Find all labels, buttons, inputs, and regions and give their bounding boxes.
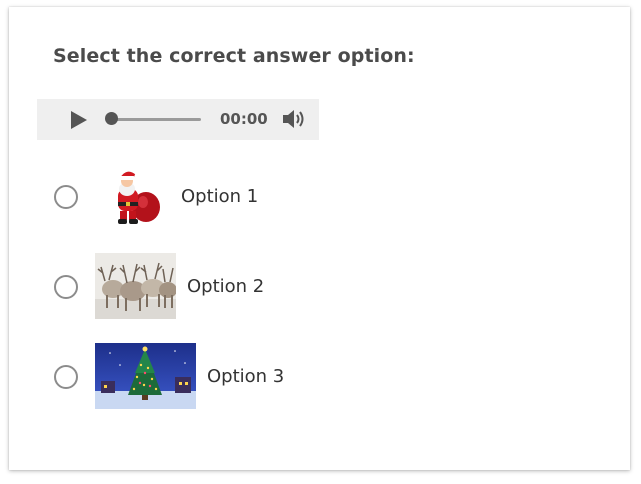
option-2-radio[interactable] [54,275,78,299]
audio-progress-track[interactable] [109,118,201,121]
option-1-radio[interactable] [54,185,78,209]
answer-option-1[interactable]: Option 1 [53,162,573,232]
christmas-tree-image [95,343,196,409]
audio-progress-handle[interactable] [105,112,118,125]
volume-icon[interactable] [281,108,309,130]
option-3-label: Option 3 [207,366,285,387]
play-icon[interactable] [71,111,87,129]
option-1-label: Option 1 [181,186,259,207]
option-2-label: Option 2 [187,276,265,297]
answer-option-2[interactable]: Option 2 [53,252,573,322]
santa-claus-image [105,167,165,227]
reindeer-herd-image [95,253,176,319]
audio-time: 00:00 [220,110,268,128]
audio-player: 00:00 [37,99,319,140]
answer-option-3[interactable]: Option 3 [53,342,573,412]
option-3-radio[interactable] [54,365,78,389]
question-card: Select the correct answer option: 00:00 [9,7,630,470]
question-prompt: Select the correct answer option: [53,45,415,67]
